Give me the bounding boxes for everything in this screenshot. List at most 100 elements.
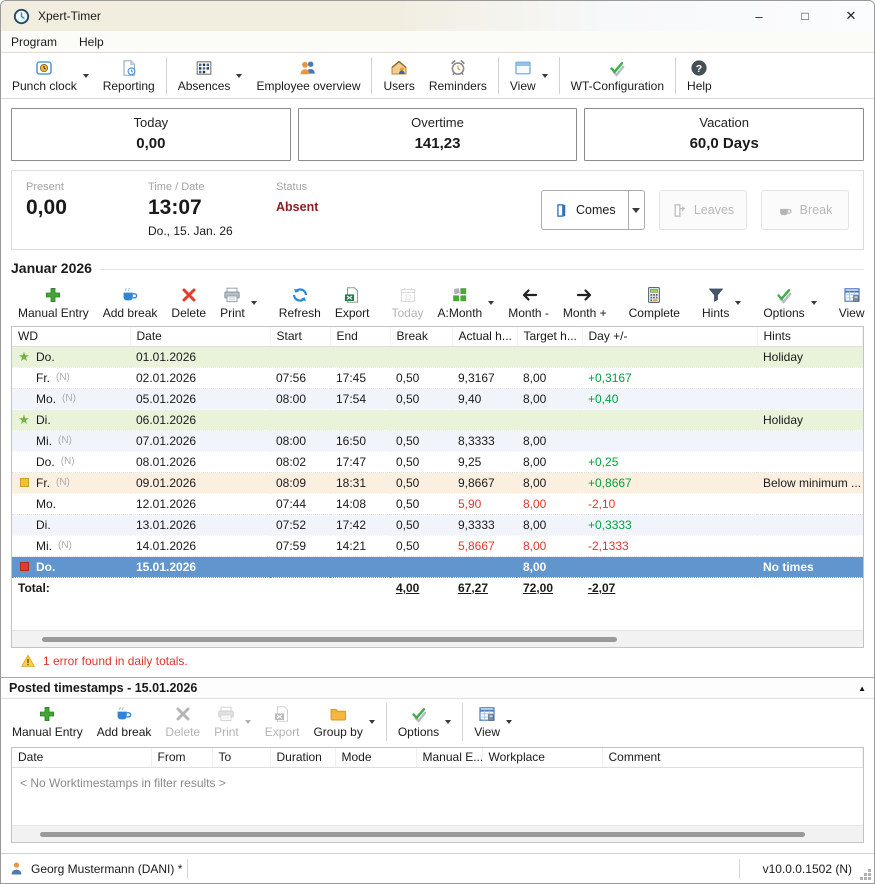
column-header-to[interactable]: To — [212, 748, 270, 767]
timestamps-header[interactable]: Posted timestamps - 15.01.2026 ▲ — [1, 677, 874, 699]
comes-dropdown[interactable] — [628, 191, 644, 229]
comes-button[interactable]: Comes — [541, 190, 645, 230]
timestamps-hscroll-thumb[interactable] — [40, 832, 805, 837]
options-check-icon — [775, 286, 793, 304]
column-header-comment[interactable]: Comment — [602, 748, 863, 767]
svg-text:?: ? — [696, 62, 702, 74]
column-header-break[interactable]: Break — [390, 327, 452, 346]
column-header-end[interactable]: End — [330, 327, 390, 346]
toolbar-button-add-break[interactable]: Add break — [96, 281, 165, 325]
chevron-down-icon[interactable] — [488, 301, 494, 305]
cell-target-hours — [517, 409, 582, 430]
cell-break — [390, 409, 452, 430]
column-header-workplace[interactable]: Workplace — [482, 748, 602, 767]
resize-grip-icon[interactable] — [868, 877, 871, 880]
toolbar-button-hints[interactable]: Hints — [695, 281, 748, 325]
column-header-actual-h[interactable]: Actual h... — [452, 327, 517, 346]
toolbar-button-month[interactable]: Month - — [501, 281, 556, 325]
menu-help[interactable]: Help — [79, 35, 104, 49]
toolbar-button-delete[interactable]: Delete — [164, 281, 213, 325]
cell-wd: Do.(N) — [12, 451, 130, 472]
column-header-manual-e[interactable]: Manual E... — [416, 748, 482, 767]
maximize-button[interactable]: □ — [782, 1, 828, 31]
chevron-down-icon[interactable] — [251, 301, 257, 305]
cell-break: 0,50 — [390, 472, 452, 493]
toolbar-button-view[interactable]: View — [467, 700, 519, 744]
table-row[interactable]: Do.15.01.20268,00No times — [12, 556, 863, 577]
toolbar-button-refresh[interactable]: Refresh — [272, 281, 328, 325]
chevron-down-icon[interactable] — [83, 74, 89, 78]
toolbar-button-export[interactable]: Export — [328, 281, 377, 325]
toolbar-button-reporting[interactable]: Reporting — [96, 54, 162, 97]
close-button[interactable]: ✕ — [828, 1, 874, 31]
toolbar-button-wt-configuration[interactable]: WT-Configuration — [564, 54, 671, 97]
cell-target-hours: 8,00 — [517, 472, 582, 493]
toolbar-button-complete[interactable]: Complete — [622, 281, 687, 325]
chevron-down-icon[interactable] — [735, 301, 741, 305]
toolbar-button-manual-entry[interactable]: Manual Entry — [11, 281, 96, 325]
table-row[interactable]: Fr.(N)02.01.202607:5617:450,509,31678,00… — [12, 367, 863, 388]
toolbar-button-view[interactable]: View — [832, 281, 872, 325]
month-hscroll-thumb[interactable] — [42, 637, 617, 642]
column-header-target-h[interactable]: Target h... — [517, 327, 582, 346]
table-row[interactable]: Di.13.01.202607:5217:420,509,33338,00+0,… — [12, 514, 863, 535]
column-header-date[interactable]: Date — [130, 327, 270, 346]
table-row[interactable]: Fr.(N)09.01.202608:0918:310,509,86678,00… — [12, 472, 863, 493]
warning-square-icon — [18, 478, 30, 487]
toolbar-button-users[interactable]: Users — [376, 54, 421, 97]
toolbar-button-a-month[interactable]: A:Month — [431, 281, 502, 325]
chevron-down-icon[interactable] — [369, 720, 375, 724]
toolbar-button-month[interactable]: Month + — [556, 281, 614, 325]
cell-actual-hours: 9,8667 — [452, 472, 517, 493]
plus-icon — [38, 705, 56, 723]
table-row[interactable]: Mi.(N)07.01.202608:0016:500,508,33338,00 — [12, 430, 863, 451]
month-hscrollbar[interactable] — [12, 630, 863, 647]
column-header-start[interactable]: Start — [270, 327, 330, 346]
column-header-date[interactable]: Date — [12, 748, 151, 767]
toolbar-button-employee-overview[interactable]: Employee overview — [249, 54, 367, 97]
chevron-down-icon[interactable] — [811, 301, 817, 305]
normal-flag: (N) — [56, 477, 70, 488]
collapse-icon[interactable]: ▲ — [858, 684, 866, 693]
toolbar-button-label: Print — [214, 725, 239, 739]
toolbar-button-absences[interactable]: Absences — [171, 54, 250, 97]
toolbar-button-manual-entry[interactable]: Manual Entry — [5, 700, 90, 744]
toolbar-button-reminders[interactable]: Reminders — [422, 54, 494, 97]
toolbar-button-group-by[interactable]: Group by — [306, 700, 381, 744]
chevron-down-icon[interactable] — [506, 720, 512, 724]
cell-actual-hours: 9,40 — [452, 388, 517, 409]
table-row[interactable]: ★Do.01.01.2026Holiday — [12, 346, 863, 367]
toolbar-button-add-break[interactable]: Add break — [90, 700, 159, 744]
menu-program[interactable]: Program — [11, 35, 57, 49]
column-header-wd[interactable]: WD — [12, 327, 130, 346]
column-header-duration[interactable]: Duration — [270, 748, 335, 767]
weekday-label: Fr. — [36, 371, 50, 385]
toolbar-button-print[interactable]: Print — [213, 281, 264, 325]
toolbar-button-label: View — [510, 79, 536, 93]
cell-start: 08:00 — [270, 430, 330, 451]
table-row[interactable]: Do.(N)08.01.202608:0217:470,509,258,00+0… — [12, 451, 863, 472]
column-header-hints[interactable]: Hints — [757, 327, 863, 346]
chevron-down-icon[interactable] — [542, 74, 548, 78]
timestamps-hscrollbar[interactable] — [12, 825, 863, 842]
table-row[interactable]: Mo.(N)05.01.202608:0017:540,509,408,00+0… — [12, 388, 863, 409]
table-row[interactable]: Mo.12.01.202607:4414:080,505,908,00-2,10 — [12, 493, 863, 514]
toolbar-button-help[interactable]: ?Help — [680, 54, 719, 97]
table-row[interactable]: ★Di.06.01.2026Holiday — [12, 409, 863, 430]
column-header-day[interactable]: Day +/- — [582, 327, 757, 346]
toolbar-button-options[interactable]: Options — [391, 700, 458, 744]
toolbar-button-options[interactable]: Options — [756, 281, 823, 325]
toolbar-button-view[interactable]: View — [503, 54, 555, 97]
cell-date: 05.01.2026 — [130, 388, 270, 409]
chevron-down-icon[interactable] — [236, 74, 242, 78]
cell-date: 12.01.2026 — [130, 493, 270, 514]
table-row[interactable]: Mi.(N)14.01.202607:5914:210,505,86678,00… — [12, 535, 863, 556]
user-icon — [9, 861, 24, 876]
warning-icon — [21, 654, 36, 668]
chevron-down-icon[interactable] — [445, 720, 451, 724]
column-header-mode[interactable]: Mode — [335, 748, 416, 767]
cell-wd: Mo.(N) — [12, 388, 130, 409]
column-header-from[interactable]: From — [151, 748, 212, 767]
minimize-button[interactable]: – — [736, 1, 782, 31]
toolbar-button-punch-clock[interactable]: Punch clock — [5, 54, 96, 97]
